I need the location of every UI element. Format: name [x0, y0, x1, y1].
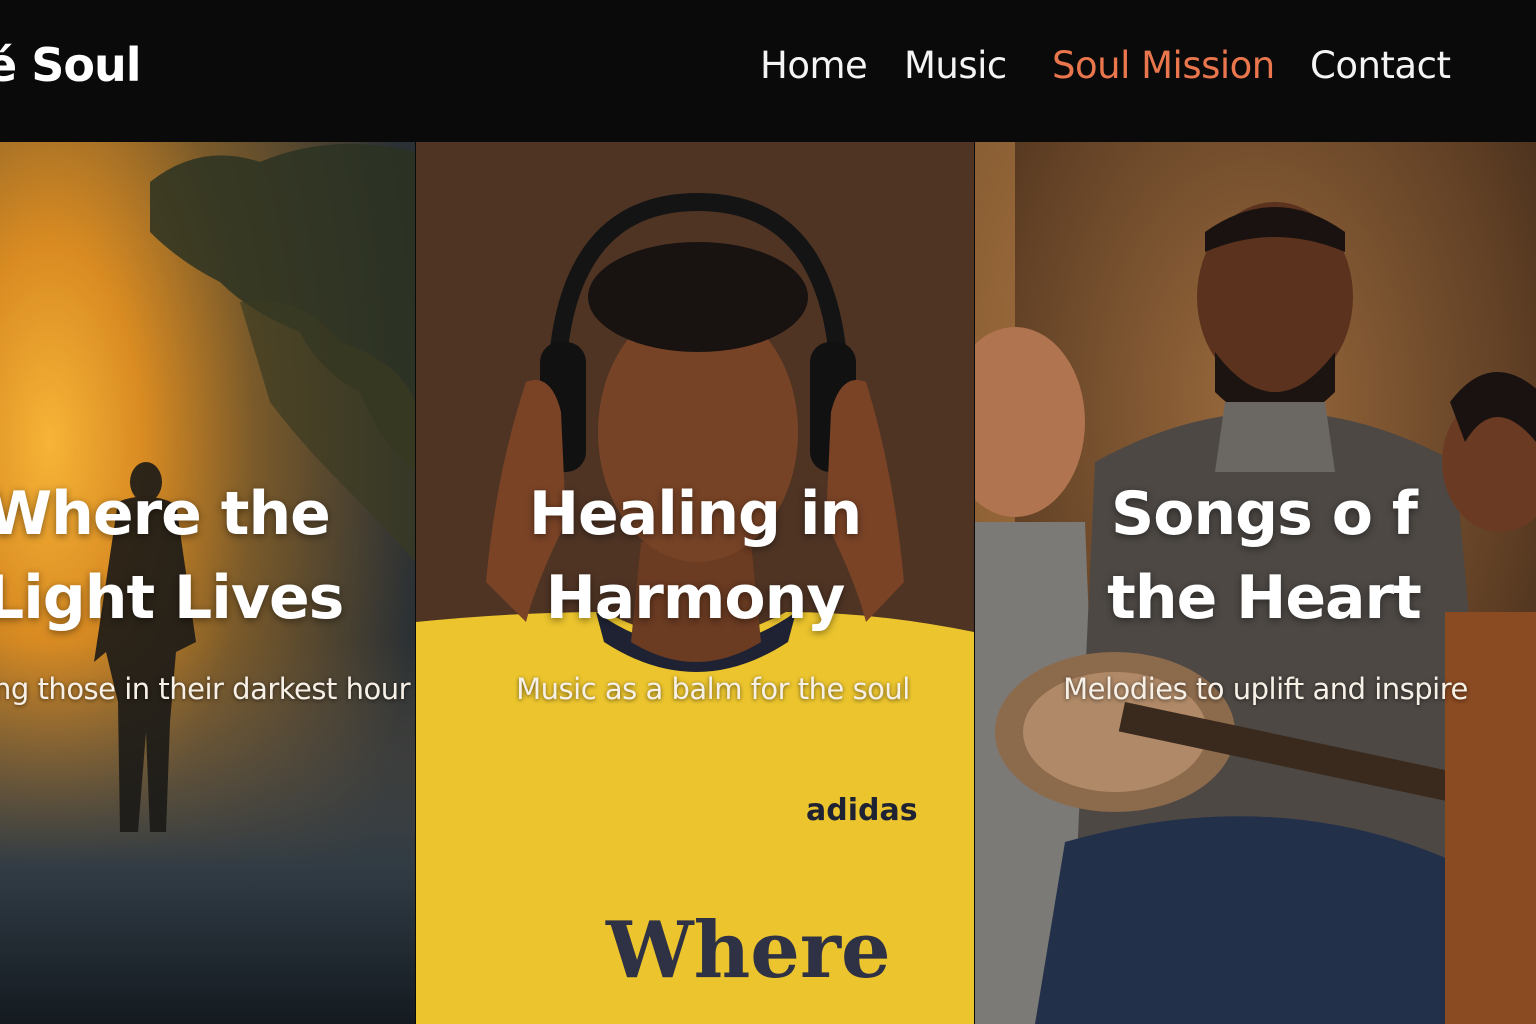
svg-text:Where: Where: [605, 905, 891, 996]
feature-panel-songs[interactable]: Songs o f the Heart Melodies to uplift a…: [975, 142, 1536, 1024]
panel-title: Songs o f the Heart: [1107, 479, 1422, 633]
feature-panel-light[interactable]: Where the Light Lives ing those in their…: [0, 142, 415, 1024]
panel-title: Healing in Harmony: [528, 479, 862, 633]
panel-title: Where the Light Lives: [0, 479, 344, 633]
nav-music[interactable]: Music: [904, 44, 1007, 87]
panel-subtitle: Melodies to uplift and inspire: [1063, 672, 1468, 706]
nav-contact[interactable]: Contact: [1310, 44, 1451, 87]
feature-panel-healing[interactable]: adidas Where Healing in Harmony Music as…: [416, 142, 974, 1024]
nav-home[interactable]: Home: [760, 44, 868, 87]
panel-subtitle: ing those in their darkest hour: [0, 672, 411, 706]
site-header: é Soul Home Music Soul Mission Contact: [0, 0, 1536, 142]
svg-text:adidas: adidas: [806, 793, 918, 828]
site-logo[interactable]: é Soul: [0, 38, 141, 92]
panel-subtitle: Music as a balm for the soul: [516, 672, 910, 706]
nav-soul-mission[interactable]: Soul Mission: [1052, 44, 1275, 87]
